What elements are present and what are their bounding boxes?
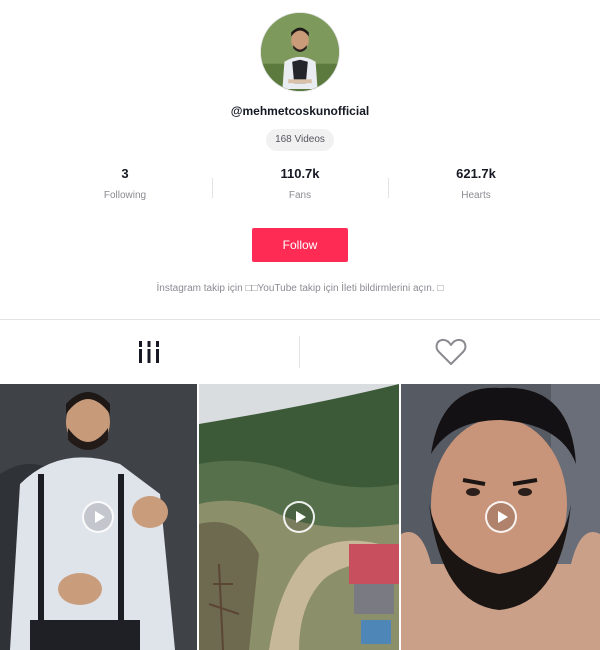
play-icon	[497, 511, 508, 523]
play-icon	[295, 511, 306, 523]
profile-header: @mehmetcoskunofficial 168 Videos 3 Follo…	[0, 0, 600, 320]
play-icon	[94, 511, 105, 523]
tab-divider	[299, 336, 300, 368]
stat-label: Fans	[288, 190, 312, 201]
video-thumbnail[interactable]	[0, 384, 197, 650]
stat-label: Hearts	[461, 190, 491, 201]
stat-label: Following	[103, 190, 147, 201]
stat-following: 3 Following	[37, 162, 213, 201]
videos-count-badge: 168 Videos	[266, 129, 334, 151]
video-grid	[0, 384, 600, 650]
avatar[interactable]	[260, 12, 340, 92]
stat-hearts: 621.7k Hearts	[388, 162, 564, 201]
tab-liked[interactable]	[302, 320, 600, 384]
follow-button[interactable]: Follow	[252, 228, 348, 262]
videos-grid-icon	[139, 341, 159, 363]
play-button[interactable]	[485, 501, 517, 533]
play-button[interactable]	[82, 501, 114, 533]
stat-value: 110.7k	[280, 166, 320, 181]
video-thumbnail[interactable]	[401, 384, 600, 650]
profile-tabs	[0, 320, 600, 384]
stats-row: 3 Following 110.7k Fans 621.7k Hearts	[0, 162, 600, 212]
stat-fans: 110.7k Fans	[212, 162, 388, 201]
profile-bio: İnstagram takip için □□YouTube takip içi…	[156, 283, 444, 294]
username: @mehmetcoskunofficial	[230, 104, 370, 118]
stat-value: 621.7k	[456, 166, 496, 181]
play-button[interactable]	[283, 501, 315, 533]
heart-icon	[435, 338, 467, 365]
profile-photo-icon	[261, 13, 339, 91]
video-thumbnail[interactable]	[199, 384, 399, 650]
tab-videos[interactable]	[0, 320, 298, 384]
stat-value: 3	[121, 166, 129, 181]
